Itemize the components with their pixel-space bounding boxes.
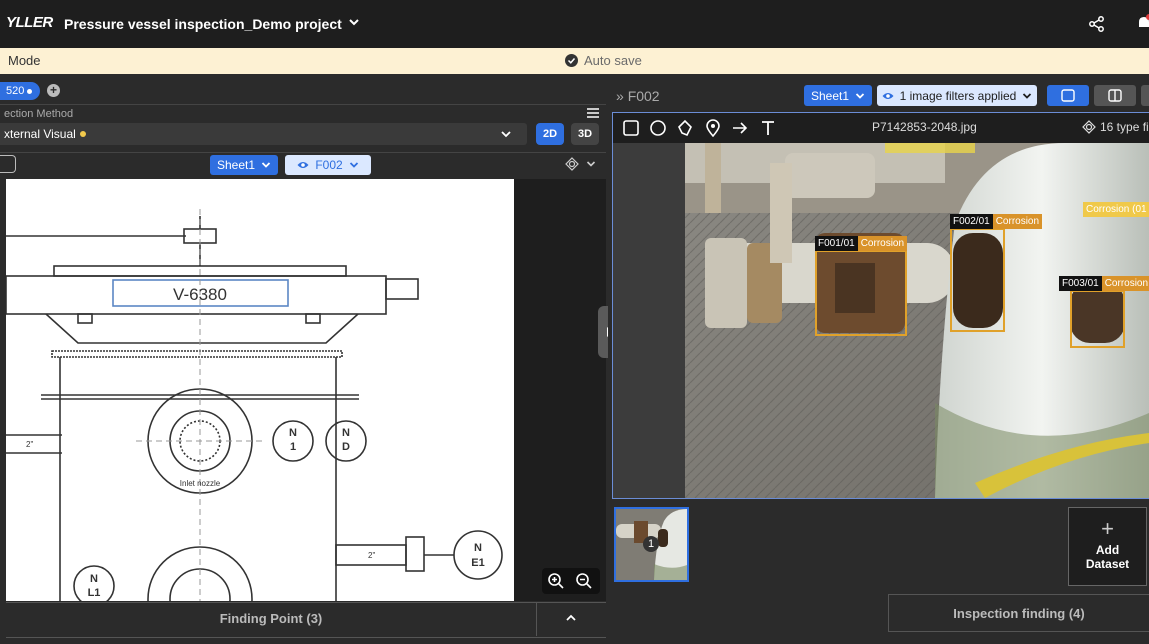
drawing-margin: [514, 179, 606, 601]
autosave-label: Auto save: [584, 53, 642, 68]
hamburger-menu-icon[interactable]: [587, 108, 599, 118]
detection-box[interactable]: [815, 250, 907, 336]
finding-filter-label: F002: [315, 158, 343, 172]
arrow-tool-icon[interactable]: [731, 119, 749, 137]
svg-text:N: N: [474, 542, 482, 554]
vessel-tag: V-6380: [173, 285, 227, 304]
add-tab-button[interactable]: +: [47, 84, 60, 97]
eye-icon: [882, 92, 894, 99]
type-filter-button[interactable]: 16 type filt: [1082, 120, 1149, 134]
image-filters-label: 1 image filters applied: [899, 88, 1017, 103]
svg-text:E1: E1: [471, 557, 484, 569]
rectangle-tool-icon[interactable]: [622, 119, 640, 137]
plus-icon: +: [1101, 516, 1114, 541]
rectangle-tool[interactable]: [0, 155, 16, 173]
detection-box[interactable]: [1070, 290, 1125, 348]
inspection-photo[interactable]: F001/01 Corrosion F002/01 Corrosion F003/0…: [685, 143, 1149, 498]
zoom-in-icon[interactable]: [547, 572, 565, 590]
double-chevron-right-icon[interactable]: »: [616, 88, 624, 104]
sheet-select[interactable]: Sheet1: [210, 155, 278, 175]
svg-text:N: N: [90, 573, 98, 585]
finding-filter-select[interactable]: F002: [285, 155, 371, 175]
chevron-down-icon: [349, 162, 358, 168]
inspection-method-text: xternal Visual: [4, 127, 76, 141]
location-tab-label: 520: [6, 85, 25, 97]
circle-tool-icon[interactable]: [649, 119, 667, 137]
vessel-drawing: V-6380 N 1 N D N E1 N L1 Inlet nozzle 2"…: [6, 209, 503, 601]
inspection-method-header: [0, 104, 606, 123]
image-gutter: [613, 143, 685, 498]
layers-icon[interactable]: [565, 157, 579, 171]
single-view-button[interactable]: [1047, 85, 1089, 106]
detection-box[interactable]: [950, 228, 1005, 332]
svg-text:L1: L1: [88, 587, 101, 599]
zoom-out-icon[interactable]: [575, 572, 593, 590]
chevron-down-icon: [855, 92, 865, 99]
check-circle-icon: [565, 54, 578, 67]
view-3d-button[interactable]: 3D: [571, 123, 599, 145]
image-filename: P7142853-2048.jpg: [872, 120, 977, 134]
svg-text:2": 2": [26, 440, 33, 449]
grid-view-button[interactable]: [1141, 85, 1149, 106]
text-tool-icon[interactable]: [759, 119, 777, 137]
footer-divider: [536, 602, 537, 636]
square-icon: [1061, 89, 1075, 102]
sheet-select-label: Sheet1: [216, 158, 256, 172]
chevron-down-icon: [261, 162, 271, 168]
tab-dot: [27, 88, 33, 94]
mode-label: Mode: [8, 53, 41, 68]
chevron-down-icon[interactable]: [346, 14, 362, 30]
svg-text:N: N: [342, 427, 350, 439]
detection-label: Corrosion (01: [1083, 202, 1149, 217]
inspection-method-value[interactable]: xternal Visual: [4, 127, 86, 141]
thumbnail-count-badge: 1: [643, 536, 659, 552]
svg-text:N: N: [289, 427, 297, 439]
status-dot: [79, 131, 86, 137]
chevron-down-icon[interactable]: [586, 159, 596, 169]
svg-text:D: D: [342, 441, 350, 453]
add-dataset-label: Add Dataset: [1085, 543, 1130, 571]
detection-label: F001/01 Corrosion: [815, 236, 908, 251]
chevron-down-icon: [1023, 92, 1032, 99]
logo: YLLER: [6, 14, 53, 31]
eye-icon: [297, 162, 309, 168]
view-2d-button[interactable]: 2D: [536, 123, 564, 145]
autosave-status: Auto save: [565, 53, 642, 68]
inspection-method-label: ection Method: [4, 108, 74, 120]
share-icon[interactable]: [1088, 15, 1106, 33]
pid-drawing[interactable]: V-6380 N 1 N D N E1 N L1 Inlet nozzle 2"…: [6, 179, 514, 601]
type-filter-label: 16 type filt: [1100, 120, 1149, 134]
split-view-button[interactable]: [1094, 85, 1136, 106]
image-filters-select[interactable]: 1 image filters applied: [877, 85, 1037, 106]
inspection-finding-label: Inspection finding (4): [953, 606, 1085, 621]
breadcrumb-current: F002: [627, 88, 660, 104]
pin-tool-icon[interactable]: [704, 119, 722, 137]
chevron-up-icon[interactable]: [565, 612, 577, 624]
drawing-caption: Inlet nozzle: [180, 479, 221, 488]
svg-text:1: 1: [290, 441, 296, 453]
location-tab[interactable]: 520: [0, 82, 40, 100]
layers-icon: [1082, 120, 1096, 134]
sheet-select-label: Sheet1: [810, 88, 850, 103]
detection-label: F002/01 Corrosion: [950, 214, 1043, 229]
sheet-select[interactable]: Sheet1: [804, 85, 872, 106]
breadcrumb: » F002: [616, 88, 660, 104]
project-title[interactable]: Pressure vessel inspection_Demo project: [64, 16, 342, 32]
columns-icon: [1108, 89, 1122, 102]
finding-point-button[interactable]: Finding Point (3): [6, 611, 536, 626]
polygon-tool-icon[interactable]: [676, 119, 694, 137]
bell-icon[interactable]: [1136, 13, 1149, 33]
chevron-down-icon[interactable]: [500, 128, 512, 140]
svg-text:2": 2": [368, 551, 375, 560]
detection-label: F003/01 Corrosion: [1059, 276, 1149, 291]
